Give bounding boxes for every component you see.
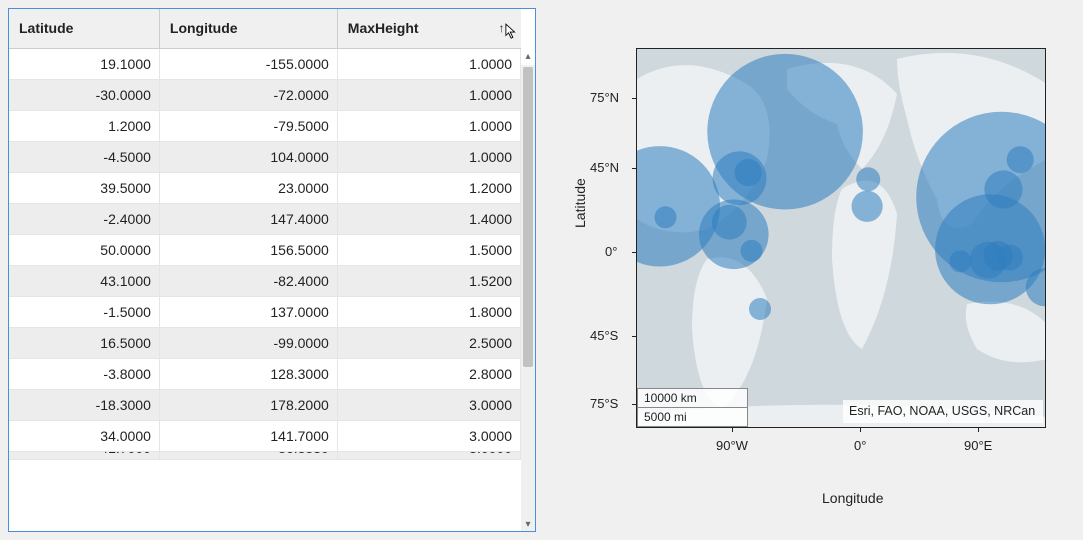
column-label: Latitude bbox=[19, 20, 73, 36]
table-row[interactable]: 41.700086.88303.0000 bbox=[9, 451, 521, 459]
table-cell[interactable]: 128.3000 bbox=[159, 358, 337, 389]
bubble-marker[interactable] bbox=[699, 200, 769, 270]
table-cell[interactable]: 19.1000 bbox=[9, 48, 159, 79]
table-cell[interactable]: -1.5000 bbox=[9, 296, 159, 327]
table-cell[interactable]: 3.0000 bbox=[337, 451, 520, 459]
table-row[interactable]: 19.1000-155.00001.0000 bbox=[9, 48, 521, 79]
table-cell[interactable]: -82.4000 bbox=[159, 265, 337, 296]
x-tick: 0° bbox=[854, 438, 866, 453]
table-cell[interactable]: 1.0000 bbox=[337, 141, 520, 172]
table-cell[interactable]: -4.5000 bbox=[9, 141, 159, 172]
table-cell[interactable]: 2.8000 bbox=[337, 358, 520, 389]
y-tick: 45°N bbox=[590, 160, 619, 175]
y-tick: 0° bbox=[605, 244, 617, 259]
table-cell[interactable]: 178.2000 bbox=[159, 389, 337, 420]
table-cell[interactable]: 3.0000 bbox=[337, 420, 520, 451]
table-row[interactable]: 1.2000-79.50001.0000 bbox=[9, 110, 521, 141]
app-root: Latitude Longitude MaxHeight ↑ bbox=[0, 0, 1083, 540]
x-tick: 90°W bbox=[716, 438, 748, 453]
tick-mark bbox=[860, 428, 861, 432]
scroll-down-icon[interactable]: ▾ bbox=[522, 519, 534, 531]
scroll-up-icon[interactable]: ▴ bbox=[522, 51, 534, 63]
bubble-marker[interactable] bbox=[852, 191, 883, 222]
table-row[interactable]: 16.5000-99.00002.5000 bbox=[9, 327, 521, 358]
table-cell[interactable]: 43.1000 bbox=[9, 265, 159, 296]
bubble-marker[interactable] bbox=[713, 151, 767, 205]
table-row[interactable]: -18.3000178.20003.0000 bbox=[9, 389, 521, 420]
y-tick: 75°S bbox=[590, 396, 618, 411]
column-header-latitude[interactable]: Latitude bbox=[9, 9, 159, 48]
column-header-maxheight[interactable]: MaxHeight ↑ bbox=[337, 9, 520, 48]
table-cell[interactable]: 1.2000 bbox=[9, 110, 159, 141]
sort-ascending-icon: ↑ bbox=[499, 21, 505, 35]
bubble-marker[interactable] bbox=[749, 298, 771, 320]
table-row[interactable]: 39.500023.00001.2000 bbox=[9, 172, 521, 203]
table-cell[interactable]: 1.8000 bbox=[337, 296, 520, 327]
vertical-scrollbar[interactable]: ▴ ▾ bbox=[521, 65, 535, 531]
table-row[interactable]: -2.4000147.40001.4000 bbox=[9, 203, 521, 234]
table-cell[interactable]: 1.5200 bbox=[337, 265, 520, 296]
table-cell[interactable]: -79.5000 bbox=[159, 110, 337, 141]
table-cell[interactable]: -18.3000 bbox=[9, 389, 159, 420]
table-cell[interactable]: 137.0000 bbox=[159, 296, 337, 327]
scale-mi: 5000 mi bbox=[644, 410, 687, 424]
bubble-marker[interactable] bbox=[935, 194, 1045, 304]
cursor-icon bbox=[505, 23, 519, 41]
table-cell[interactable]: 104.0000 bbox=[159, 141, 337, 172]
table-cell[interactable]: 1.0000 bbox=[337, 48, 520, 79]
table-cell[interactable]: 1.2000 bbox=[337, 172, 520, 203]
table: Latitude Longitude MaxHeight ↑ bbox=[9, 9, 521, 460]
table-row[interactable]: -3.8000128.30002.8000 bbox=[9, 358, 521, 389]
x-axis-label: Longitude bbox=[822, 490, 884, 506]
table-cell[interactable]: 34.0000 bbox=[9, 420, 159, 451]
bubble-marker[interactable] bbox=[856, 167, 880, 191]
table-cell[interactable]: 2.5000 bbox=[337, 327, 520, 358]
map-panel: Latitude Longitude 75°N 45°N 0° 45°S 75°… bbox=[576, 8, 1056, 508]
table-cell[interactable]: -2.4000 bbox=[9, 203, 159, 234]
column-label: MaxHeight bbox=[348, 20, 419, 36]
table-cell[interactable]: -30.0000 bbox=[9, 79, 159, 110]
basemap bbox=[637, 49, 1046, 428]
table-cell[interactable]: 1.4000 bbox=[337, 203, 520, 234]
table-cell[interactable]: 156.5000 bbox=[159, 234, 337, 265]
table-cell[interactable]: 141.7000 bbox=[159, 420, 337, 451]
table-row[interactable]: 34.0000141.70003.0000 bbox=[9, 420, 521, 451]
y-tick: 45°S bbox=[590, 328, 618, 343]
table-cell[interactable]: 23.0000 bbox=[159, 172, 337, 203]
column-label: Longitude bbox=[170, 20, 238, 36]
scale-bar: 10000 km 5000 mi bbox=[637, 388, 748, 427]
table-cell[interactable]: 86.8830 bbox=[159, 451, 337, 459]
table-body: 19.1000-155.00001.0000-30.0000-72.00001.… bbox=[9, 48, 521, 459]
table-cell[interactable]: -3.8000 bbox=[9, 358, 159, 389]
scale-km: 10000 km bbox=[644, 391, 697, 405]
table-row[interactable]: 43.1000-82.40001.5200 bbox=[9, 265, 521, 296]
table-cell[interactable]: 1.0000 bbox=[337, 79, 520, 110]
table-row[interactable]: -1.5000137.00001.8000 bbox=[9, 296, 521, 327]
table-row[interactable]: -4.5000104.00001.0000 bbox=[9, 141, 521, 172]
tick-mark bbox=[978, 428, 979, 432]
table-row[interactable]: 50.0000156.50001.5000 bbox=[9, 234, 521, 265]
table-cell[interactable]: -155.0000 bbox=[159, 48, 337, 79]
tick-mark bbox=[732, 428, 733, 432]
table-cell[interactable]: 16.5000 bbox=[9, 327, 159, 358]
y-tick: 75°N bbox=[590, 90, 619, 105]
table-cell[interactable]: 147.4000 bbox=[159, 203, 337, 234]
table-cell[interactable]: 1.5000 bbox=[337, 234, 520, 265]
table-cell[interactable]: 39.5000 bbox=[9, 172, 159, 203]
table-cell[interactable]: -99.0000 bbox=[159, 327, 337, 358]
table-cell[interactable]: 1.0000 bbox=[337, 110, 520, 141]
x-tick: 90°E bbox=[964, 438, 992, 453]
table-cell[interactable]: 3.0000 bbox=[337, 389, 520, 420]
basemap-attribution: Esri, FAO, NOAA, USGS, NRCan bbox=[843, 400, 1043, 423]
table-cell[interactable]: -72.0000 bbox=[159, 79, 337, 110]
geo-axes[interactable] bbox=[636, 48, 1046, 428]
table-row[interactable]: -30.0000-72.00001.0000 bbox=[9, 79, 521, 110]
table-cell[interactable]: 50.0000 bbox=[9, 234, 159, 265]
y-axis-label: Latitude bbox=[572, 178, 588, 228]
scroll-thumb[interactable] bbox=[523, 67, 533, 367]
data-table[interactable]: Latitude Longitude MaxHeight ↑ bbox=[8, 8, 536, 532]
column-header-longitude[interactable]: Longitude bbox=[159, 9, 337, 48]
table-cell[interactable]: 41.7000 bbox=[9, 451, 159, 459]
